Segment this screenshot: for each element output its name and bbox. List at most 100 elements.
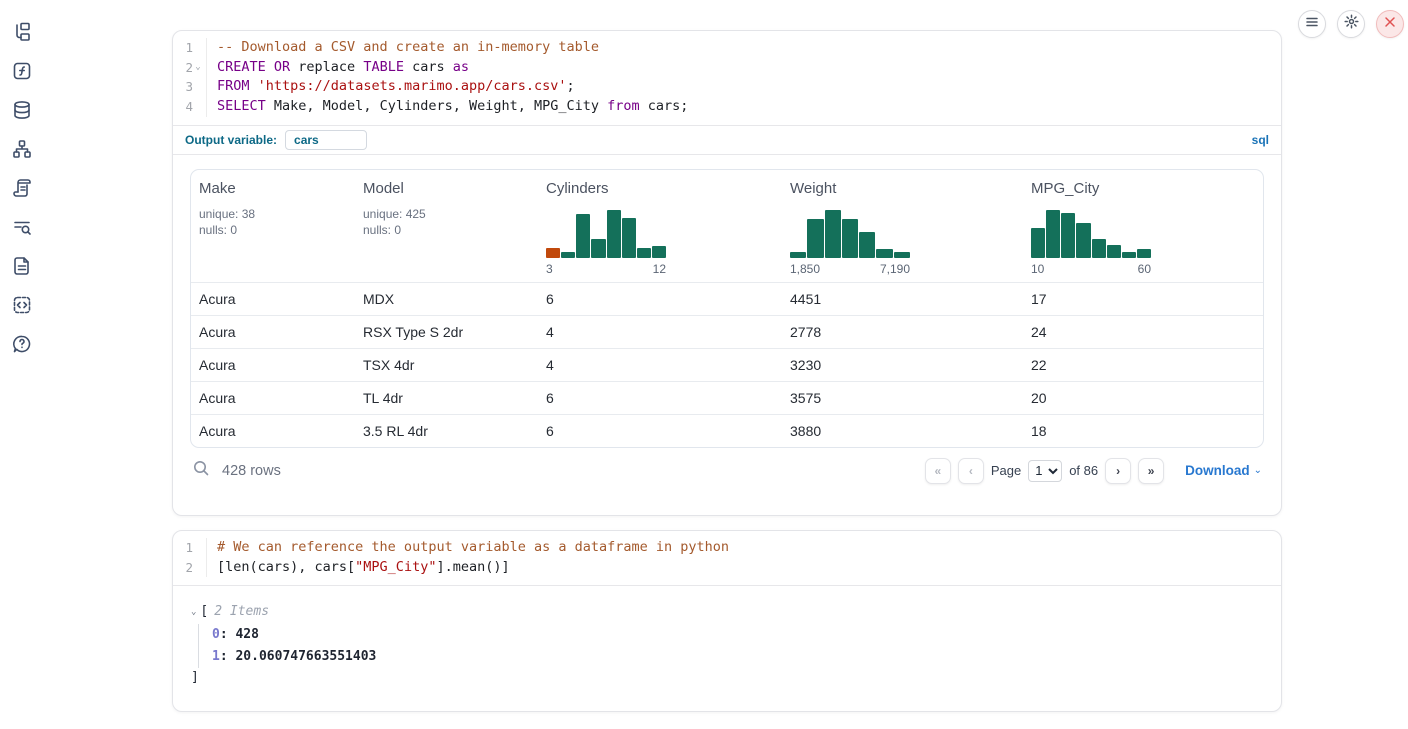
table-cell: TL 4dr [355, 390, 538, 406]
column-stat: nulls: 0 [199, 222, 355, 238]
histogram-axis-labels: 1060 [1031, 262, 1151, 276]
histogram-bar [1061, 213, 1075, 258]
chevron-down-icon[interactable]: ⌄ [191, 602, 196, 622]
histogram-bar [637, 248, 651, 258]
sql-cell: 1-- Download a CSV and create an in-memo… [172, 30, 1282, 516]
tree-entries: 0: 4281: 20.060747663551403 [198, 624, 1263, 668]
table-cell: Acura [191, 291, 355, 307]
python-code-editor[interactable]: 1# We can reference the output variable … [173, 531, 1281, 585]
table-cell: 22 [1023, 357, 1263, 373]
code-text: [len(cars), cars["MPG_City"].mean()] [207, 558, 510, 578]
code-line[interactable]: 2⌄CREATE OR replace TABLE cars as [173, 58, 1281, 78]
column-header-weight[interactable]: Weight 1,8507,190 [782, 180, 1023, 276]
code-line[interactable]: 2[len(cars), cars["MPG_City"].mean()] [173, 558, 1281, 578]
table-cell: 2778 [782, 324, 1023, 340]
documentation-icon[interactable] [10, 254, 34, 278]
column-stat: unique: 425 [363, 206, 538, 222]
sql-code-editor[interactable]: 1-- Download a CSV and create an in-memo… [173, 31, 1281, 125]
table-cell: Acura [191, 357, 355, 373]
first-page-button[interactable]: « [925, 458, 951, 484]
hamburger-icon [1305, 15, 1319, 34]
column-title: Model [363, 180, 538, 197]
line-number: 1 [173, 38, 207, 58]
output-variable-row: Output variable: sql [173, 125, 1281, 154]
fold-chevron-icon[interactable]: ⌄ [193, 58, 203, 78]
table-row[interactable]: Acura3.5 RL 4dr6388018 [191, 414, 1263, 447]
column-header-model[interactable]: Modelunique: 425nulls: 0 [355, 180, 538, 276]
shutdown-button[interactable] [1376, 10, 1404, 38]
table-cell: 3230 [782, 357, 1023, 373]
output-variable-label: Output variable: [185, 133, 277, 147]
code-line[interactable]: 4SELECT Make, Model, Cylinders, Weight, … [173, 97, 1281, 117]
histogram-bar [1107, 245, 1121, 258]
logs-icon[interactable] [10, 215, 34, 239]
table-row[interactable]: AcuraTSX 4dr4323022 [191, 348, 1263, 381]
table-cell: 3575 [782, 390, 1023, 406]
code-text: CREATE OR replace TABLE cars as [207, 58, 469, 78]
dependency-graph-icon[interactable] [10, 137, 34, 161]
column-header-mpg_city[interactable]: MPG_City1060 [1023, 180, 1263, 276]
table-cell: 24 [1023, 324, 1263, 340]
code-line[interactable]: 3FROM 'https://datasets.marimo.app/cars.… [173, 77, 1281, 97]
code-line[interactable]: 1-- Download a CSV and create an in-memo… [173, 38, 1281, 58]
column-title: Cylinders [546, 180, 782, 197]
column-histogram[interactable] [1031, 206, 1151, 258]
help-icon[interactable] [10, 332, 34, 356]
items-count-label: 2 Items [214, 602, 269, 622]
column-histogram[interactable] [790, 206, 910, 258]
column-header-make[interactable]: Makeunique: 38nulls: 0 [191, 180, 355, 276]
chevron-down-icon: ⌄ [1254, 465, 1262, 476]
snippets-icon[interactable] [10, 293, 34, 317]
output-variable-input[interactable] [285, 130, 367, 150]
table-cell: 6 [538, 390, 782, 406]
histogram-bar [652, 246, 666, 258]
pagination: « ‹ Page 1 of 86 › » Download ⌄ [925, 458, 1262, 484]
python-cell-output: ⌄ [ 2 Items 0: 4281: 20.060747663551403 … [173, 585, 1281, 704]
table-cell: 3880 [782, 423, 1023, 439]
download-button[interactable]: Download ⌄ [1185, 463, 1262, 478]
datasources-icon[interactable] [10, 98, 34, 122]
menu-button[interactable] [1298, 10, 1326, 38]
table-cell: 4 [538, 357, 782, 373]
table-row[interactable]: AcuraMDX6445117 [191, 282, 1263, 315]
table-row[interactable]: AcuraRSX Type S 2dr4277824 [191, 315, 1263, 348]
histogram-bar [842, 219, 858, 258]
histogram-bar [876, 249, 892, 258]
search-icon[interactable] [192, 459, 210, 482]
code-text: # We can reference the output variable a… [207, 538, 729, 558]
close-icon [1384, 15, 1396, 33]
code-text: SELECT Make, Model, Cylinders, Weight, M… [207, 97, 688, 117]
table-cell: TSX 4dr [355, 357, 538, 373]
histogram-bar [1122, 252, 1136, 258]
tree-close-bracket: ] [191, 668, 1263, 688]
column-header-cylinders[interactable]: Cylinders312 [538, 180, 782, 276]
settings-button[interactable] [1337, 10, 1365, 38]
page-total: of 86 [1069, 463, 1098, 478]
histogram-bar [1076, 223, 1090, 258]
code-line[interactable]: 1# We can reference the output variable … [173, 538, 1281, 558]
histogram-bar [894, 252, 910, 258]
column-title: Weight [790, 180, 1023, 197]
last-page-button[interactable]: » [1138, 458, 1164, 484]
variables-icon[interactable] [10, 59, 34, 83]
sql-cell-output: Makeunique: 38nulls: 0 Model unique: 425 nu… [173, 154, 1281, 515]
prev-page-button[interactable]: ‹ [958, 458, 984, 484]
scratchpad-icon[interactable] [10, 176, 34, 200]
histogram-bar [607, 210, 621, 258]
page-select[interactable]: 1 [1028, 460, 1062, 482]
table-cell: MDX [355, 291, 538, 307]
code-text: FROM 'https://datasets.marimo.app/cars.c… [207, 77, 575, 97]
table-footer: 428 rows « ‹ Page 1 of 86 › » Download ⌄ [190, 448, 1264, 494]
column-histogram[interactable] [546, 206, 666, 258]
table-header: Makeunique: 38nulls: 0 Model unique: 425 nu… [191, 170, 1263, 282]
line-number: 4 [173, 97, 207, 117]
next-page-button[interactable]: › [1105, 458, 1131, 484]
table-row[interactable]: AcuraTL 4dr6357520 [191, 381, 1263, 414]
histogram-axis-labels: 1,8507,190 [790, 262, 910, 276]
tree-root[interactable]: ⌄ [ 2 Items [191, 602, 1263, 622]
file-explorer-icon[interactable] [10, 20, 34, 44]
page-label: Page [991, 463, 1021, 478]
line-number: 1 [173, 538, 207, 558]
table-cell: 20 [1023, 390, 1263, 406]
table-cell: Acura [191, 324, 355, 340]
